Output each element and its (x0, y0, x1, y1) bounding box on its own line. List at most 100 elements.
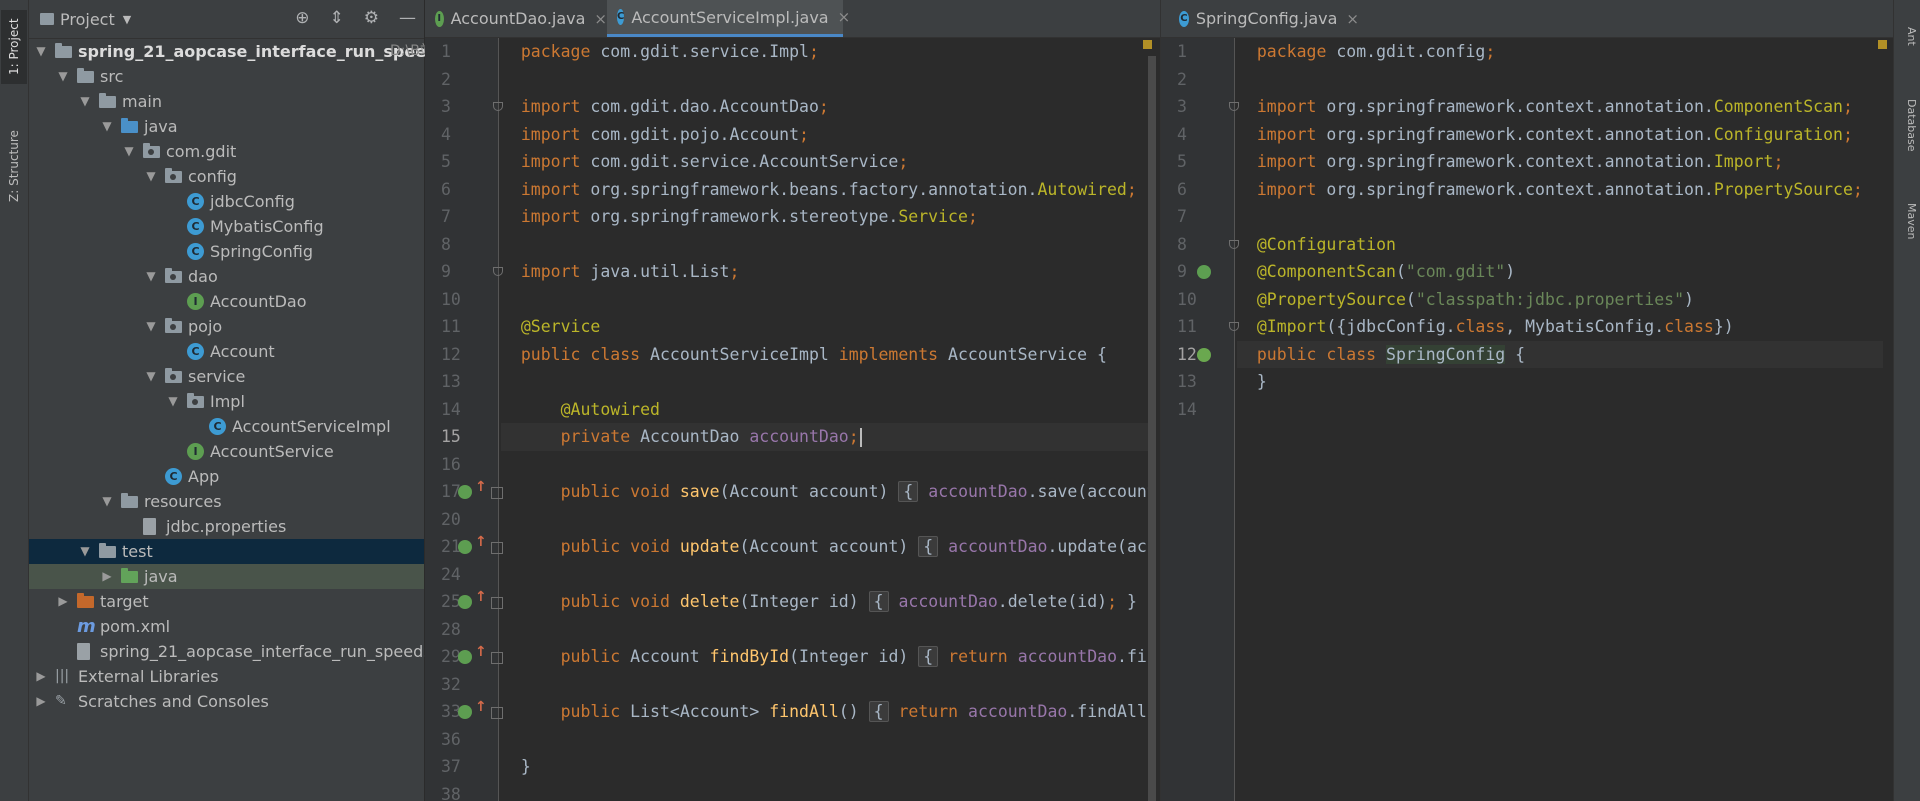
editor-tab[interactable]: C SpringConfig.java × (1169, 0, 1359, 37)
code-line[interactable] (501, 506, 1148, 534)
code-line[interactable]: import com.gdit.service.AccountService; (501, 148, 1148, 176)
tree-row[interactable]: m pom.xml (29, 614, 424, 639)
code-line[interactable]: import org.springframework.beans.factory… (501, 176, 1148, 204)
tree-row[interactable]: ▼ test (29, 539, 424, 564)
code-line[interactable] (1237, 66, 1883, 94)
chevron-down-icon[interactable]: ▼ (57, 64, 69, 89)
chevron-down-icon[interactable]: ▼ (79, 89, 91, 114)
code-line[interactable]: @Autowired (501, 396, 1148, 424)
editor-left-code[interactable]: package com.gdit.service.Impl; import co… (501, 38, 1148, 801)
code-line[interactable]: public void delete(Integer id) { account… (501, 588, 1148, 616)
tree-row[interactable]: ▼ spring_21_aopcase_interface_run_speed D:… (29, 39, 437, 64)
tree-row[interactable]: ▶ target (29, 589, 424, 614)
code-line[interactable]: import org.springframework.context.annot… (1237, 121, 1883, 149)
tree-row[interactable]: ▼ src (29, 64, 424, 89)
tree-row[interactable]: ▶ ||| External Libraries (29, 664, 424, 689)
code-line[interactable]: public List<Account> findAll() { return … (501, 698, 1148, 726)
code-line[interactable]: import org.springframework.context.annot… (1237, 93, 1883, 121)
code-line[interactable]: } (501, 753, 1148, 781)
tree-row[interactable]: C Account (29, 339, 424, 364)
tree-row[interactable]: ▼ Impl (29, 389, 424, 414)
code-line[interactable] (501, 726, 1148, 754)
tree-row[interactable]: ▼ pojo (29, 314, 424, 339)
code-line[interactable]: @Import({jdbcConfig.class, MybatisConfig… (1237, 313, 1883, 341)
editor-tab[interactable]: I AccountDao.java × (425, 0, 607, 37)
implements-method-icon[interactable] (458, 644, 487, 664)
locate-target-icon[interactable]: ⊕ (295, 8, 309, 28)
tree-row[interactable]: ▼ main (29, 89, 424, 114)
code-line[interactable]: } (1237, 368, 1883, 396)
code-line[interactable] (501, 231, 1148, 259)
structure-tool-tab[interactable]: Z: Structure (1, 118, 27, 214)
tree-row[interactable]: CjdbcConfig (29, 189, 424, 214)
tree-row[interactable]: ▼ resources (29, 489, 424, 514)
tree-row[interactable]: I AccountDao (29, 289, 424, 314)
code-line[interactable] (501, 781, 1148, 801)
close-icon[interactable]: × (1346, 10, 1359, 28)
chevron-down-icon[interactable]: ▼ (123, 139, 135, 164)
chevron-down-icon[interactable]: ▼ (101, 114, 113, 139)
chevron-down-icon[interactable]: ▼ (35, 39, 47, 64)
chevron-down-icon[interactable]: ▼ (167, 389, 179, 414)
chevron-down-icon[interactable]: ▼ (123, 13, 131, 26)
tree-row[interactable]: C App (29, 464, 424, 489)
inspection-indicator[interactable] (1143, 40, 1152, 49)
ant-tool-tab[interactable]: Ant (1896, 8, 1918, 64)
chevron-down-icon[interactable]: ▼ (145, 264, 157, 289)
code-line[interactable] (1237, 203, 1883, 231)
chevron-right-icon[interactable]: ▶ (35, 689, 47, 714)
chevron-right-icon[interactable]: ▶ (101, 564, 113, 589)
tree-row[interactable]: C MybatisConfig (29, 214, 424, 239)
editor-tab[interactable]: C AccountServiceImpl.java × (607, 0, 850, 37)
project-panel-title[interactable]: Project (60, 10, 115, 29)
editor-right-code[interactable]: package com.gdit.config; import org.spri… (1237, 38, 1883, 801)
tree-row[interactable]: spring_21_aopcase_interface_run_speed.im… (29, 639, 453, 664)
collapse-all-icon[interactable]: ⇕ (330, 8, 344, 28)
close-icon[interactable]: × (594, 10, 607, 28)
code-line[interactable] (501, 561, 1148, 589)
code-line[interactable]: @ComponentScan("com.gdit") (1237, 258, 1883, 286)
code-line[interactable]: private AccountDao accountDao; (501, 423, 1148, 451)
inspection-indicator[interactable] (1878, 40, 1887, 49)
tree-row[interactable]: ▶ java (29, 564, 424, 589)
component-scan-icon[interactable] (1197, 265, 1211, 279)
gear-icon[interactable]: ⚙ (364, 8, 379, 28)
tree-row[interactable]: C SpringConfig (29, 239, 424, 264)
chevron-down-icon[interactable]: ▼ (145, 364, 157, 389)
tree-row[interactable]: jdbc.properties (29, 514, 424, 539)
tree-row[interactable]: I AccountService (29, 439, 424, 464)
chevron-down-icon[interactable]: ▼ (145, 314, 157, 339)
spring-bean-icon[interactable] (1197, 347, 1211, 362)
code-line[interactable] (501, 451, 1148, 479)
code-line[interactable]: @Configuration (1237, 231, 1883, 259)
minimize-icon[interactable]: — (399, 8, 416, 28)
code-line[interactable]: public void update(Account account) { ac… (501, 533, 1148, 561)
code-line[interactable]: public Account findById(Integer id) { re… (501, 643, 1148, 671)
tree-row[interactable]: ▼ com.gdit (29, 139, 424, 164)
code-line[interactable] (501, 616, 1148, 644)
implements-method-icon[interactable] (458, 589, 487, 609)
code-line[interactable]: @PropertySource("classpath:jdbc.properti… (1237, 286, 1883, 314)
tree-row[interactable]: ▼ dao (29, 264, 424, 289)
code-line[interactable]: public class AccountServiceImpl implemen… (501, 341, 1148, 369)
code-line[interactable] (501, 368, 1148, 396)
code-line[interactable]: package com.gdit.config; (1237, 38, 1883, 66)
implements-method-icon[interactable] (458, 699, 487, 719)
chevron-right-icon[interactable]: ▶ (57, 589, 69, 614)
chevron-down-icon[interactable]: ▼ (101, 489, 113, 514)
code-line[interactable]: import java.util.List; (501, 258, 1148, 286)
tree-row[interactable]: ▼ config (29, 164, 424, 189)
implements-method-icon[interactable] (458, 534, 487, 554)
tree-row[interactable]: C AccountServiceImpl (29, 414, 424, 439)
chevron-down-icon[interactable]: ▼ (79, 539, 91, 564)
maven-tool-tab[interactable]: Maven (1896, 186, 1918, 256)
tree-row[interactable]: ▼ service (29, 364, 424, 389)
code-line[interactable] (501, 286, 1148, 314)
code-line[interactable]: package com.gdit.service.Impl; (501, 38, 1148, 66)
tree-row[interactable]: ▼ java (29, 114, 424, 139)
code-line[interactable]: public void save(Account account) { acco… (501, 478, 1148, 506)
code-line[interactable] (501, 671, 1148, 699)
database-tool-tab[interactable]: Database (1896, 80, 1918, 170)
close-icon[interactable]: × (838, 8, 851, 26)
implements-method-icon[interactable] (458, 479, 487, 499)
